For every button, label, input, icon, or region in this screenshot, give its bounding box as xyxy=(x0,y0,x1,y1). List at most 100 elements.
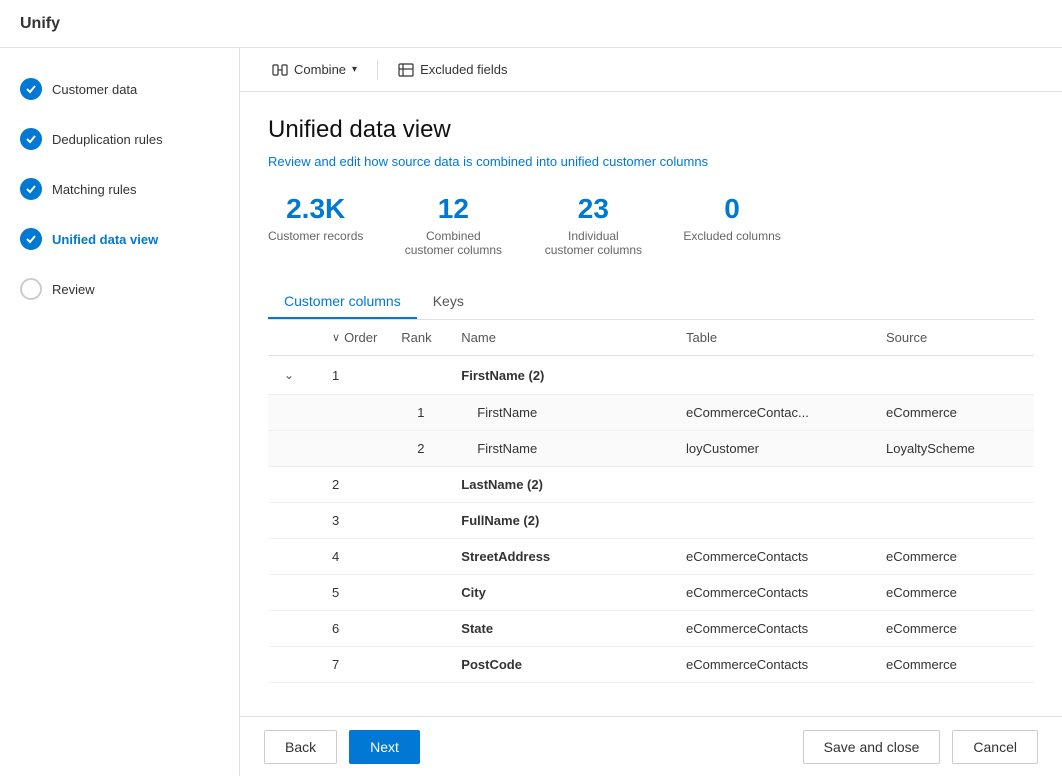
stat-excluded-columns-value: 0 xyxy=(724,193,740,225)
cell-order: 3 xyxy=(320,503,389,539)
cell-table: eCommerceContacts xyxy=(674,575,874,611)
cell-expand xyxy=(268,647,320,683)
cell-rank xyxy=(389,467,449,503)
cell-order: 2 xyxy=(320,467,389,503)
sidebar-status-deduplication-rules xyxy=(20,128,42,150)
cell-expand xyxy=(268,539,320,575)
table-row: 5 City eCommerceContacts eCommerce xyxy=(268,575,1034,611)
cell-rank xyxy=(389,503,449,539)
cell-name: StreetAddress xyxy=(449,539,674,575)
th-name: Name xyxy=(449,320,674,356)
cell-sub-name: FirstName xyxy=(449,395,674,431)
cell-table: eCommerceContacts xyxy=(674,539,874,575)
cell-order: 1 xyxy=(320,356,389,395)
expand-button[interactable]: ⌄ xyxy=(280,366,298,384)
footer: Back Next Save and close Cancel xyxy=(240,716,1062,776)
table-row: 2 LastName (2) xyxy=(268,467,1034,503)
tab-keys[interactable]: Keys xyxy=(417,285,480,319)
cell-sub-rank: 1 xyxy=(389,395,449,431)
cell-rank xyxy=(389,611,449,647)
excluded-fields-icon xyxy=(398,62,414,78)
cell-rank xyxy=(389,575,449,611)
cell-name: City xyxy=(449,575,674,611)
sub-nav: Combine ▾ Excluded fields xyxy=(240,48,1062,92)
sidebar-item-unified-data-view[interactable]: Unified data view xyxy=(0,218,239,260)
th-expand xyxy=(268,320,320,356)
cell-sub-table: loyCustomer xyxy=(674,431,874,467)
cell-source: eCommerce xyxy=(874,611,1034,647)
sidebar-label-matching-rules: Matching rules xyxy=(52,182,137,197)
combine-icon xyxy=(272,62,288,78)
page-subtitle: Review and edit how source data is combi… xyxy=(268,154,1034,169)
stat-individual-columns-value: 23 xyxy=(578,193,609,225)
cell-table: eCommerceContacts xyxy=(674,611,874,647)
stat-combined-columns: 12 Combined customer columns xyxy=(403,193,503,257)
cell-sub-order xyxy=(320,431,389,467)
th-rank: Rank xyxy=(389,320,449,356)
stat-customer-records: 2.3K Customer records xyxy=(268,193,363,257)
save-close-button[interactable]: Save and close xyxy=(803,730,941,764)
cell-table xyxy=(674,503,874,539)
combine-button[interactable]: Combine ▾ xyxy=(260,56,369,84)
cell-order: 4 xyxy=(320,539,389,575)
tab-customer-columns[interactable]: Customer columns xyxy=(268,285,417,319)
cell-sub-source: LoyaltyScheme xyxy=(874,431,1034,467)
page-content: Unified data view Review and edit how so… xyxy=(240,92,1062,716)
table-header-row: ∨ Order Rank Name Table Source xyxy=(268,320,1034,356)
cell-sub-name: FirstName xyxy=(449,431,674,467)
excluded-fields-button[interactable]: Excluded fields xyxy=(386,56,519,84)
sidebar-label-review: Review xyxy=(52,282,95,297)
cell-source xyxy=(874,467,1034,503)
table-row: 3 FullName (2) xyxy=(268,503,1034,539)
cell-sub-expand xyxy=(268,395,320,431)
app-title: Unify xyxy=(20,15,60,33)
table-sub-row: 2 FirstName loyCustomer LoyaltyScheme xyxy=(268,431,1034,467)
cell-expand[interactable]: ⌄ xyxy=(268,356,320,395)
sidebar-status-review xyxy=(20,278,42,300)
chevron-down-icon: ▾ xyxy=(352,64,357,75)
sidebar-status-customer-data xyxy=(20,78,42,100)
cell-expand xyxy=(268,503,320,539)
cell-source xyxy=(874,356,1034,395)
stat-excluded-columns: 0 Excluded columns xyxy=(683,193,780,257)
cell-rank xyxy=(389,647,449,683)
sidebar-label-customer-data: Customer data xyxy=(52,82,137,97)
cell-expand xyxy=(268,467,320,503)
sidebar-item-matching-rules[interactable]: Matching rules xyxy=(0,168,239,210)
sidebar-item-customer-data[interactable]: Customer data xyxy=(0,68,239,110)
table-row: 7 PostCode eCommerceContacts eCommerce xyxy=(268,647,1034,683)
cell-source: eCommerce xyxy=(874,575,1034,611)
sidebar-item-deduplication-rules[interactable]: Deduplication rules xyxy=(0,118,239,160)
main-layout: Customer data Deduplication rules Matchi… xyxy=(0,48,1062,776)
cell-source xyxy=(874,503,1034,539)
top-bar: Unify xyxy=(0,0,1062,48)
th-order: ∨ Order xyxy=(320,320,389,356)
chevron-down-icon: ∨ xyxy=(332,331,340,344)
th-table: Table xyxy=(674,320,874,356)
cell-order: 5 xyxy=(320,575,389,611)
cell-sub-table: eCommerceContac... xyxy=(674,395,874,431)
stats-row: 2.3K Customer records 12 Combined custom… xyxy=(268,193,1034,257)
cell-rank xyxy=(389,356,449,395)
sidebar: Customer data Deduplication rules Matchi… xyxy=(0,48,240,776)
table-sub-row: 1 FirstName eCommerceContac... eCommerce xyxy=(268,395,1034,431)
cell-table xyxy=(674,467,874,503)
sidebar-item-review[interactable]: Review xyxy=(0,268,239,310)
sidebar-label-unified-data-view: Unified data view xyxy=(52,232,158,247)
cancel-button[interactable]: Cancel xyxy=(952,730,1038,764)
cell-name: FirstName (2) xyxy=(449,356,674,395)
back-button[interactable]: Back xyxy=(264,730,337,764)
table-row: 4 StreetAddress eCommerceContacts eComme… xyxy=(268,539,1034,575)
tabs: Customer columns Keys xyxy=(268,285,1034,320)
cell-name: State xyxy=(449,611,674,647)
cell-order: 7 xyxy=(320,647,389,683)
stat-customer-records-value: 2.3K xyxy=(286,193,345,225)
stat-combined-columns-label: Combined customer columns xyxy=(403,229,503,257)
th-source: Source xyxy=(874,320,1034,356)
cell-sub-order xyxy=(320,395,389,431)
cell-rank xyxy=(389,539,449,575)
sidebar-label-deduplication-rules: Deduplication rules xyxy=(52,132,163,147)
next-button[interactable]: Next xyxy=(349,730,420,764)
stat-customer-records-label: Customer records xyxy=(268,229,363,243)
cell-order: 6 xyxy=(320,611,389,647)
